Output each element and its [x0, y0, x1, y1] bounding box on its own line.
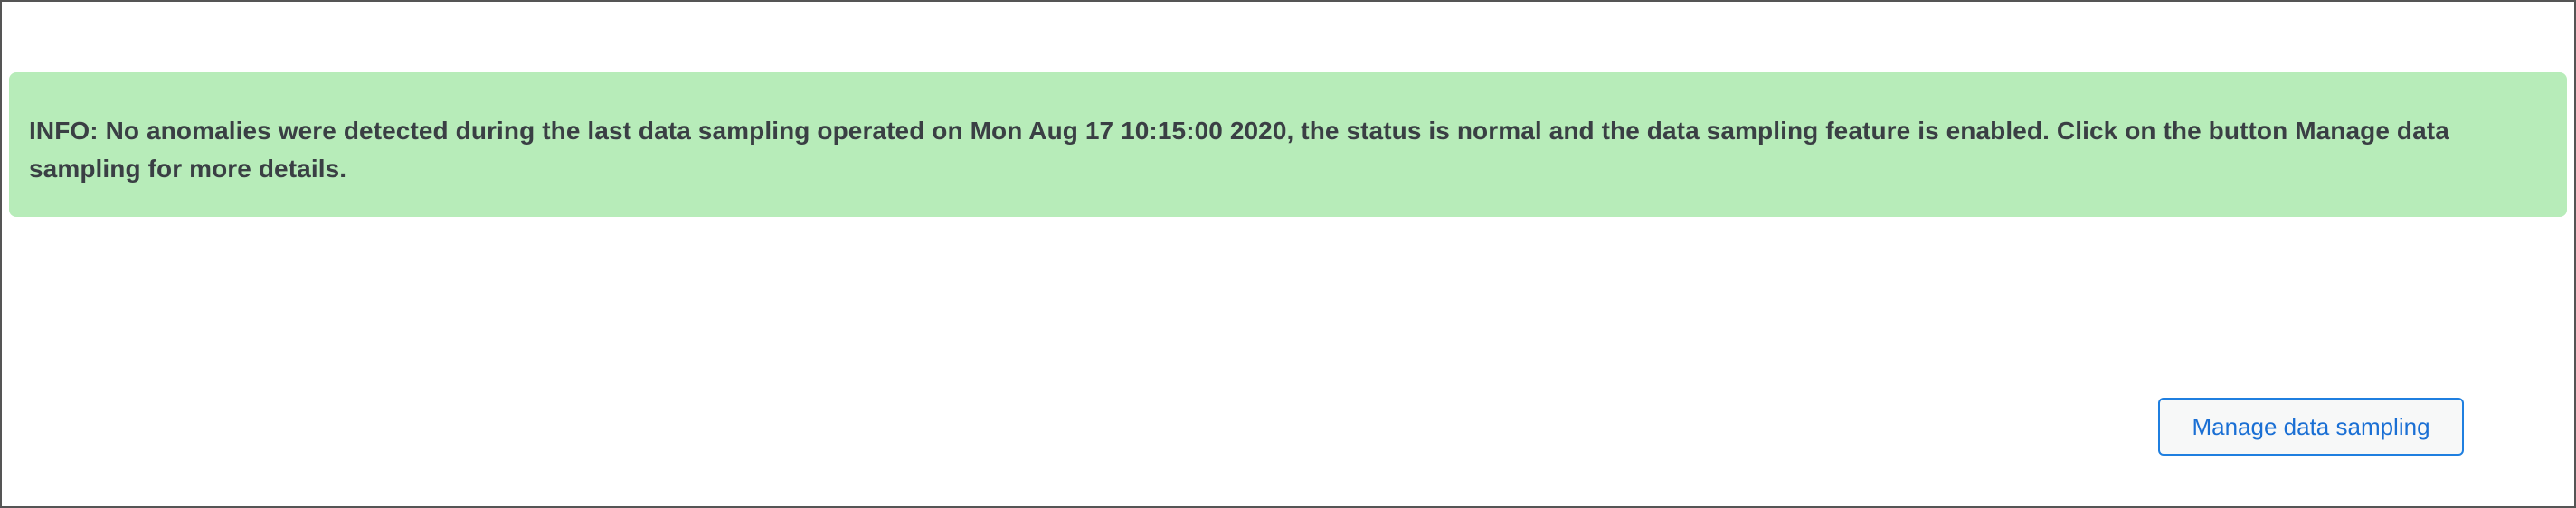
- panel-frame: INFO: No anomalies were detected during …: [0, 0, 2576, 508]
- info-message: INFO: No anomalies were detected during …: [29, 117, 2449, 183]
- info-banner: INFO: No anomalies were detected during …: [9, 72, 2567, 217]
- manage-data-sampling-button[interactable]: Manage data sampling: [2158, 398, 2464, 456]
